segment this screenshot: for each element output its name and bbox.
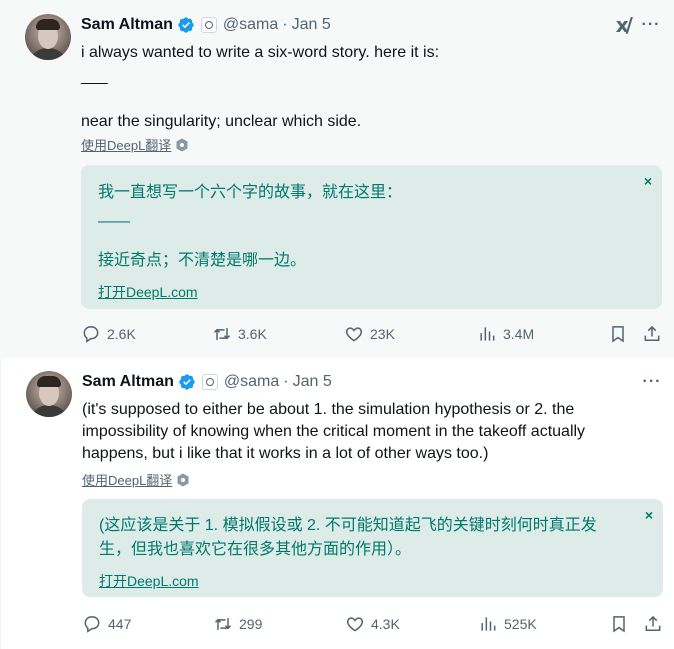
reply-icon [83, 326, 99, 343]
reply-count: 2.6K [107, 326, 136, 342]
translate-with-deepl-link[interactable]: 使用DeepL翻译 [81, 135, 189, 154]
views-icon [480, 327, 495, 341]
translation-box: × 我一直想写一个六个字的故事，就在这里： —— 接近奇点；不清楚是哪一边。 打… [81, 165, 662, 309]
avatar[interactable] [25, 14, 71, 60]
translate-label[interactable]: 使用DeepL翻译 [81, 135, 171, 154]
translation-box: × (这应该是关于 1. 模拟假设或 2. 不可能知道起飞的关键时刻何时真正发 … [82, 499, 663, 597]
open-deepl-link[interactable]: 打开DeepL.com [99, 571, 199, 591]
tweet-header: Sam Altman @sama · Jan 5 [81, 14, 331, 36]
open-deepl-link[interactable]: 打开DeepL.com [98, 282, 198, 302]
share-button[interactable] [643, 612, 663, 636]
top-right-actions: x/ ··· [616, 14, 662, 36]
translate-with-deepl-link[interactable]: 使用DeepL翻译 [82, 470, 190, 489]
repost-count: 299 [239, 616, 263, 632]
grok-icon[interactable]: x/ [616, 14, 633, 36]
tweet-date[interactable]: Jan 5 [293, 373, 332, 391]
tweet-text-line: happens, but i like that it works in a l… [82, 445, 489, 462]
like-button[interactable]: 4.3K [345, 612, 400, 636]
repost-icon [214, 618, 232, 630]
author-name[interactable]: Sam Altman [81, 16, 173, 34]
reply-count: 447 [108, 616, 132, 632]
author-handle[interactable]: @sama [224, 373, 279, 391]
views-button[interactable]: 3.4M [477, 322, 534, 346]
share-icon [645, 615, 661, 631]
deepl-icon [176, 138, 188, 151]
bookmark-button[interactable] [608, 322, 628, 346]
repost-icon [213, 328, 231, 340]
more-icon[interactable]: ··· [640, 14, 662, 36]
deepl-icon [177, 473, 189, 486]
tweet-actions: 447 299 4.3K 525K [82, 612, 667, 636]
top-right-actions: ··· [641, 371, 663, 393]
repost-count: 3.6K [238, 326, 267, 342]
close-icon[interactable]: × [645, 507, 653, 523]
reply-button[interactable]: 447 [82, 612, 131, 636]
like-button[interactable]: 23K [344, 322, 395, 346]
tweet-1[interactable]: Sam Altman @sama · Jan 5 x/ ··· i always… [0, 0, 674, 358]
share-button[interactable] [642, 322, 662, 346]
like-count: 23K [370, 326, 395, 342]
tweet-text-line: (it's supposed to either be about 1. the… [82, 401, 575, 418]
author-name[interactable]: Sam Altman [82, 373, 174, 391]
reply-button[interactable]: 2.6K [81, 322, 136, 346]
author-handle[interactable]: @sama [223, 16, 278, 34]
tweet-header: Sam Altman @sama · Jan 5 [82, 371, 332, 393]
tweet-text-line: i always wanted to write a six-word stor… [81, 44, 440, 61]
heart-icon [345, 327, 363, 342]
verified-badge-icon[interactable] [177, 16, 195, 34]
share-icon [644, 325, 660, 341]
bookmark-button[interactable] [609, 612, 629, 636]
bookmark-icon [613, 616, 625, 633]
more-icon[interactable]: ··· [641, 371, 663, 393]
views-count: 525K [504, 616, 537, 632]
views-count: 3.4M [503, 326, 535, 342]
translate-label[interactable]: 使用DeepL翻译 [82, 470, 172, 489]
tweet-2[interactable]: Sam Altman @sama · Jan 5 ··· (it's suppo… [0, 358, 674, 649]
translation-line: 接近奇点；不清楚是哪一边。 [98, 252, 307, 269]
translation-line: —— [98, 213, 130, 230]
tweet-date[interactable]: Jan 5 [292, 16, 331, 34]
reply-icon [84, 616, 100, 633]
openai-affiliation-icon[interactable] [201, 374, 218, 390]
close-icon[interactable]: × [644, 173, 652, 189]
views-button[interactable]: 525K [478, 612, 537, 636]
repost-button[interactable]: 299 [213, 612, 262, 636]
separator-dot: · [283, 373, 289, 390]
heart-icon [346, 617, 364, 632]
views-icon [481, 617, 496, 631]
openai-affiliation-icon[interactable] [200, 17, 217, 33]
verified-badge-icon[interactable] [178, 373, 196, 391]
translation-line: 生，但我也喜欢它在很多其他方面的作用）。 [99, 541, 412, 558]
translation-line: (这应该是关于 1. 模拟假设或 2. 不可能知道起飞的关键时刻何时真正发 [99, 517, 597, 534]
separator-dot: · [282, 16, 288, 33]
tweet-text-line: near the singularity; unclear which side… [81, 113, 362, 130]
like-count: 4.3K [371, 616, 400, 632]
bookmark-icon [612, 326, 624, 343]
tweet-text-line: impossibility of knowing when the critic… [82, 423, 586, 440]
tweet-text-line: ___ [81, 68, 108, 85]
avatar[interactable] [26, 371, 72, 417]
tweet-actions: 2.6K 3.6K 23K 3.4M [81, 322, 666, 346]
repost-button[interactable]: 3.6K [212, 322, 267, 346]
translation-line: 我一直想写一个六个字的故事，就在这里： [98, 184, 403, 201]
